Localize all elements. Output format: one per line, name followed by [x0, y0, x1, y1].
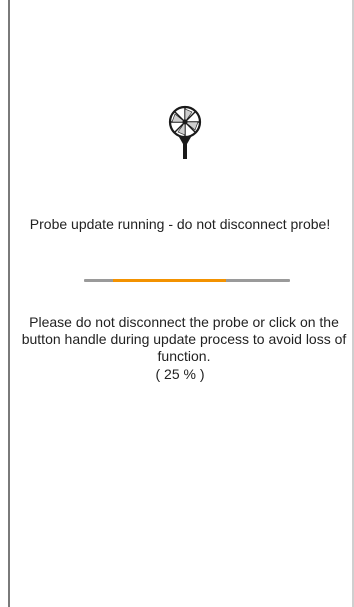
status-text: Probe update running - do not disconnect… [29, 216, 331, 232]
warning-message: Please do not disconnect the probe or cl… [21, 314, 347, 364]
left-border [8, 0, 10, 607]
progress-fill [112, 279, 227, 282]
probe-vane-icon [168, 105, 202, 159]
progress-percent: ( 25 % ) [155, 366, 205, 382]
progress-bar [84, 279, 290, 282]
update-screen: Probe update running - do not disconnect… [0, 0, 354, 607]
